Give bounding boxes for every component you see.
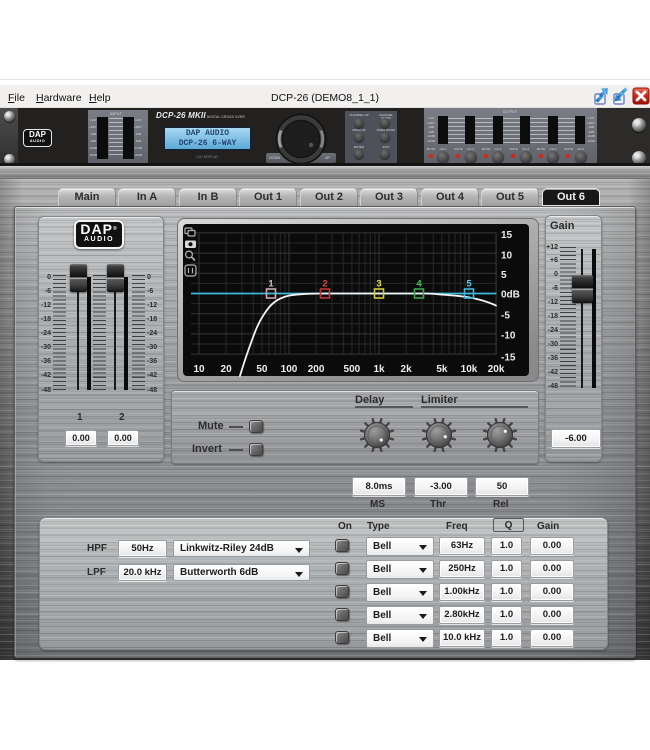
svg-text:5: 5 [501,270,507,281]
svg-text:-5: -5 [501,311,510,322]
svg-text:5: 5 [466,279,472,290]
svg-text:1: 1 [268,279,274,290]
svg-text:15: 15 [501,230,513,241]
svg-text:1k: 1k [373,364,385,375]
svg-text:10: 10 [193,364,205,375]
svg-text:500: 500 [344,364,361,375]
svg-text:-15: -15 [501,353,516,364]
svg-text:100: 100 [281,364,298,375]
svg-text:20k: 20k [488,364,505,375]
svg-text:2: 2 [322,279,327,290]
svg-text:50: 50 [256,364,268,375]
svg-text:10k: 10k [461,364,478,375]
svg-text:20: 20 [221,364,233,375]
svg-text:0dB: 0dB [501,290,520,301]
svg-text:5k: 5k [436,364,448,375]
svg-text:3: 3 [376,279,381,290]
svg-text:-10: -10 [501,331,516,342]
svg-text:10: 10 [501,251,513,262]
svg-text:4: 4 [416,279,422,290]
svg-text:2k: 2k [401,364,413,375]
svg-text:200: 200 [308,364,325,375]
